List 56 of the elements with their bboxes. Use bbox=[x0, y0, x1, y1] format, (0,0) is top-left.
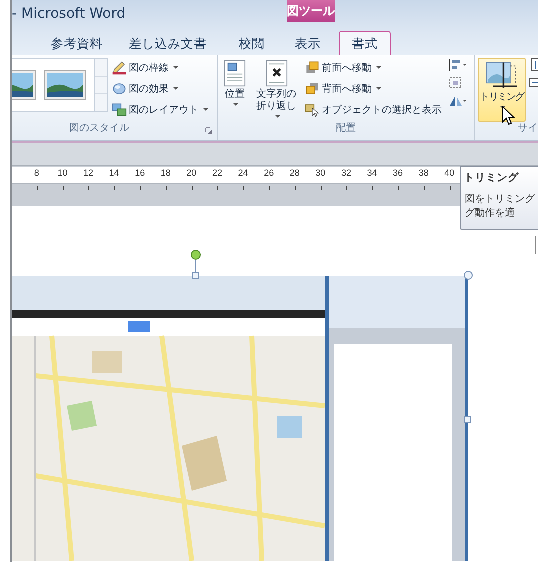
mouse-pointer-icon bbox=[502, 106, 515, 126]
resize-handle[interactable] bbox=[192, 272, 199, 279]
ruler-number: 24 bbox=[238, 168, 248, 178]
ruler-number: 10 bbox=[58, 168, 68, 178]
ruler-number: 36 bbox=[393, 168, 404, 178]
crop-icon bbox=[485, 61, 519, 90]
ribbon-button[interactable]: 文字列の折り返し bbox=[252, 58, 301, 120]
ribbon-command[interactable]: 前面へ移動 bbox=[304, 58, 443, 77]
resize-handle[interactable] bbox=[464, 416, 471, 423]
ruler-number: 16 bbox=[135, 168, 146, 178]
ribbon-command[interactable]: 図のレイアウト bbox=[111, 100, 210, 119]
window-title: - Microsoft Word bbox=[12, 6, 126, 22]
ribbon-tab[interactable]: 表示 bbox=[282, 31, 334, 55]
wrap-text-icon bbox=[266, 60, 288, 87]
ruler-number: 26 bbox=[264, 168, 274, 178]
ruler-number: 40 bbox=[444, 168, 455, 178]
ruler-number: 8 bbox=[34, 168, 40, 178]
ribbon-command[interactable]: オブジェクトの選択と表示 bbox=[304, 100, 443, 119]
align-icon[interactable] bbox=[448, 58, 468, 72]
group-label: 図のスタイル bbox=[70, 122, 130, 136]
ruler-number: 12 bbox=[83, 168, 94, 178]
pencil-icon bbox=[112, 60, 127, 74]
ruler-number: 22 bbox=[212, 168, 222, 178]
rotate-handle[interactable] bbox=[191, 250, 201, 260]
ruler-number: 38 bbox=[418, 168, 429, 178]
group-label: サイ bbox=[518, 122, 538, 136]
ribbon-tab[interactable]: 参考資料 bbox=[38, 31, 116, 55]
resize-handle[interactable] bbox=[464, 271, 473, 280]
context-tab-header: 図ツール bbox=[287, 0, 335, 22]
ribbon-button[interactable]: 位置 bbox=[221, 58, 249, 108]
ruler-number: 28 bbox=[290, 168, 300, 178]
tooltip-text: 図をトリミング bbox=[465, 193, 535, 207]
ruler-number: 18 bbox=[160, 168, 171, 178]
ribbon-button[interactable]: トリミング bbox=[478, 58, 526, 122]
ribbon-tab[interactable]: 差し込み文書 bbox=[116, 31, 220, 55]
ribbon-command[interactable]: 背面へ移動 bbox=[304, 79, 443, 98]
ruler-number: 34 bbox=[367, 168, 378, 178]
bring-forward-icon bbox=[305, 60, 320, 74]
ribbon-command[interactable]: 図の枠線 bbox=[111, 58, 210, 77]
ruler-number: 20 bbox=[186, 168, 197, 178]
dialog-launcher-icon[interactable] bbox=[205, 127, 213, 135]
tooltip-text: グ動作を適 bbox=[465, 207, 515, 221]
ribbon-command[interactable]: 図の効果 bbox=[111, 79, 210, 98]
ruler-number: 30 bbox=[316, 168, 326, 178]
selection-pane-icon bbox=[305, 102, 320, 116]
send-backward-icon bbox=[305, 82, 320, 96]
ribbon-tab[interactable]: 書式 bbox=[339, 31, 391, 55]
ribbon-tab[interactable]: 校閲 bbox=[226, 31, 278, 55]
oval-icon bbox=[112, 82, 127, 96]
style-thumbnail[interactable] bbox=[44, 70, 86, 100]
group-label: 配置 bbox=[336, 122, 356, 136]
tooltip-title: トリミング bbox=[464, 171, 519, 185]
picture-layout-icon bbox=[112, 102, 127, 116]
ruler-number: 14 bbox=[109, 168, 120, 178]
page-icon bbox=[224, 60, 246, 87]
ruler-number: 32 bbox=[341, 168, 352, 178]
